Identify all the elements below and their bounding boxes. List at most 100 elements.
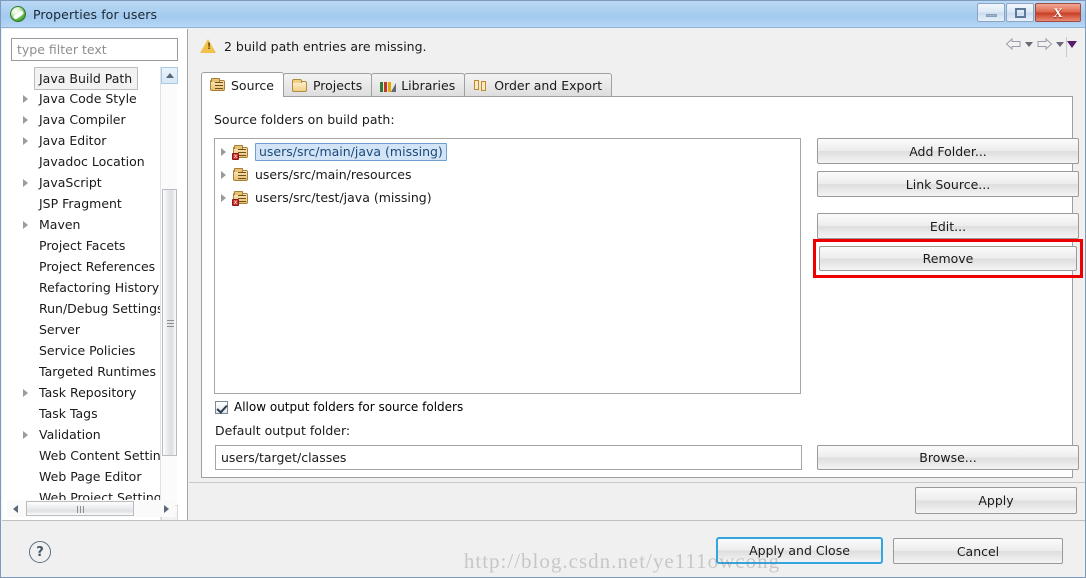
scroll-up-icon[interactable] [161, 67, 178, 84]
default-output-folder-input[interactable]: users/target/classes [215, 445, 802, 470]
sidebar-item-web-content-settings[interactable]: Web Content Settings [2, 445, 160, 466]
sidebar-item-label: Validation [39, 427, 101, 442]
sidebar-horizontal-scrollbar[interactable] [7, 500, 175, 517]
expand-arrow-icon[interactable] [23, 116, 28, 124]
filter-input[interactable]: type filter text [11, 38, 178, 61]
remove-button[interactable]: Remove [819, 246, 1077, 271]
window-controls: X [976, 3, 1081, 22]
sidebar-item-server[interactable]: Server [2, 319, 160, 340]
help-icon[interactable]: ? [29, 541, 51, 563]
sidebar-item-label: JSP Fragment [39, 196, 122, 211]
view-menu-icon[interactable] [1067, 40, 1077, 48]
settings-sidebar: type filter text Java Build Path Java Cod… [2, 29, 188, 522]
apply-and-close-button[interactable]: Apply and Close [716, 537, 883, 564]
apply-bar: Apply [189, 482, 1085, 518]
sidebar-item-project-references[interactable]: Project References [2, 256, 160, 277]
sidebar-item-java-code-style[interactable]: Java Code Style [2, 88, 160, 109]
sidebar-item-refactoring-history[interactable]: Refactoring History [2, 277, 160, 298]
sidebar-item-javascript[interactable]: JavaScript [2, 172, 160, 193]
source-tab-panel: Source folders on build path: x users/src… [201, 96, 1083, 478]
package-folder-icon [210, 78, 226, 92]
title-bar: Properties for users X [1, 1, 1085, 28]
scrollbar-thumb-vertical[interactable] [162, 189, 177, 456]
source-folder-row[interactable]: x users/src/test/java (missing) [215, 187, 800, 208]
source-folder-row[interactable]: x users/src/main/java (missing) [215, 141, 800, 162]
sidebar-item-label: Service Policies [39, 343, 136, 358]
expand-arrow-icon[interactable] [221, 194, 226, 202]
edit-button[interactable]: Edit... [817, 213, 1079, 239]
scroll-left-icon[interactable] [7, 500, 24, 517]
close-icon: X [1053, 4, 1063, 20]
sidebar-vertical-scrollbar[interactable] [160, 67, 178, 522]
sidebar-item-label: Java Code Style [39, 91, 137, 106]
sidebar-item-service-policies[interactable]: Service Policies [2, 340, 160, 361]
tab-order-and-export[interactable]: Order and Export [464, 73, 613, 97]
tab-label: Libraries [401, 78, 456, 93]
tab-label: Source [231, 77, 274, 93]
sidebar-item-run-debug-settings[interactable]: Run/Debug Settings [2, 298, 160, 319]
apply-button[interactable]: Apply [915, 487, 1077, 514]
sidebar-item-label: Java Build Path [34, 67, 139, 90]
forward-arrow-icon[interactable] [1036, 37, 1053, 51]
content-pane: ! 2 build path entries are missing. Sour… [189, 29, 1085, 482]
package-folder-error-icon: x [232, 190, 249, 206]
sidebar-item-label: Maven [39, 217, 81, 232]
add-folder-button[interactable]: Add Folder... [817, 138, 1079, 164]
eclipse-icon [10, 6, 26, 22]
sidebar-item-label: Refactoring History [39, 280, 160, 295]
tab-label: Projects [312, 78, 363, 93]
tab-libraries[interactable]: Libraries [371, 73, 466, 97]
cancel-button[interactable]: Cancel [893, 538, 1063, 564]
tab-projects[interactable]: Projects [282, 73, 373, 97]
sidebar-item-java-editor[interactable]: Java Editor [2, 130, 160, 151]
sidebar-item-label: Javadoc Location [39, 154, 145, 169]
sidebar-item-java-build-path[interactable]: Java Build Path [2, 67, 160, 90]
tab-source[interactable]: Source [201, 72, 284, 97]
sidebar-item-web-page-editor[interactable]: Web Page Editor [2, 466, 160, 487]
expand-arrow-icon[interactable] [23, 431, 28, 439]
sidebar-item-targeted-runtimes[interactable]: Targeted Runtimes [2, 361, 160, 382]
forward-dropdown-icon[interactable] [1056, 41, 1064, 47]
back-dropdown-icon[interactable] [1025, 41, 1033, 47]
sidebar-item-label: Web Page Editor [39, 469, 142, 484]
sidebar-item-task-tags[interactable]: Task Tags [2, 403, 160, 424]
sidebar-item-label: Project Facets [39, 238, 126, 253]
sidebar-item-label: Server [39, 322, 80, 337]
sidebar-item-project-facets[interactable]: Project Facets [2, 235, 160, 256]
expand-arrow-icon[interactable] [23, 95, 28, 103]
sidebar-item-maven[interactable]: Maven [2, 214, 160, 235]
settings-tree[interactable]: Java Build Path Java Code Style Java Compi… [2, 67, 160, 522]
sidebar-item-jsp-fragment[interactable]: JSP Fragment [2, 193, 160, 214]
library-books-icon [380, 79, 397, 93]
sidebar-item-validation[interactable]: Validation [2, 424, 160, 445]
sidebar-item-task-repository[interactable]: Task Repository [2, 382, 160, 403]
scroll-right-icon[interactable] [158, 500, 175, 517]
package-folder-icon [233, 167, 249, 182]
expand-arrow-icon[interactable] [23, 137, 28, 145]
source-folder-label: users/src/test/java (missing) [255, 189, 432, 205]
minimize-button[interactable] [977, 3, 1005, 22]
source-folder-row[interactable]: users/src/main/resources [215, 164, 800, 185]
sidebar-item-label: Project References [39, 259, 156, 274]
sidebar-item-label: Task Tags [39, 406, 98, 421]
maximize-button[interactable] [1006, 3, 1034, 22]
browse-button[interactable]: Browse... [817, 445, 1079, 470]
dialog-footer: ? Apply and Close Cancel http://blog.csd… [2, 520, 1085, 577]
allow-output-folders-label: Allow output folders for source folders [234, 400, 464, 414]
expand-arrow-icon[interactable] [221, 148, 226, 156]
expand-arrow-icon[interactable] [23, 389, 28, 397]
expand-arrow-icon[interactable] [23, 179, 28, 187]
back-arrow-icon[interactable] [1005, 37, 1022, 51]
sidebar-item-java-compiler[interactable]: Java Compiler [2, 109, 160, 130]
close-button[interactable]: X [1035, 3, 1081, 22]
tab-label: Order and Export [494, 78, 603, 93]
link-source-button[interactable]: Link Source... [817, 171, 1079, 197]
scrollbar-thumb-horizontal[interactable] [26, 501, 134, 516]
allow-output-folders-row[interactable]: Allow output folders for source folders [215, 400, 463, 414]
source-folders-list[interactable]: x users/src/main/java (missing) users/src/… [214, 138, 801, 394]
expand-arrow-icon[interactable] [23, 221, 28, 229]
expand-arrow-icon[interactable] [221, 171, 226, 179]
allow-output-folders-checkbox[interactable] [215, 400, 228, 414]
sidebar-item-javadoc-location[interactable]: Javadoc Location [2, 151, 160, 172]
sidebar-item-label: Java Editor [39, 133, 107, 148]
